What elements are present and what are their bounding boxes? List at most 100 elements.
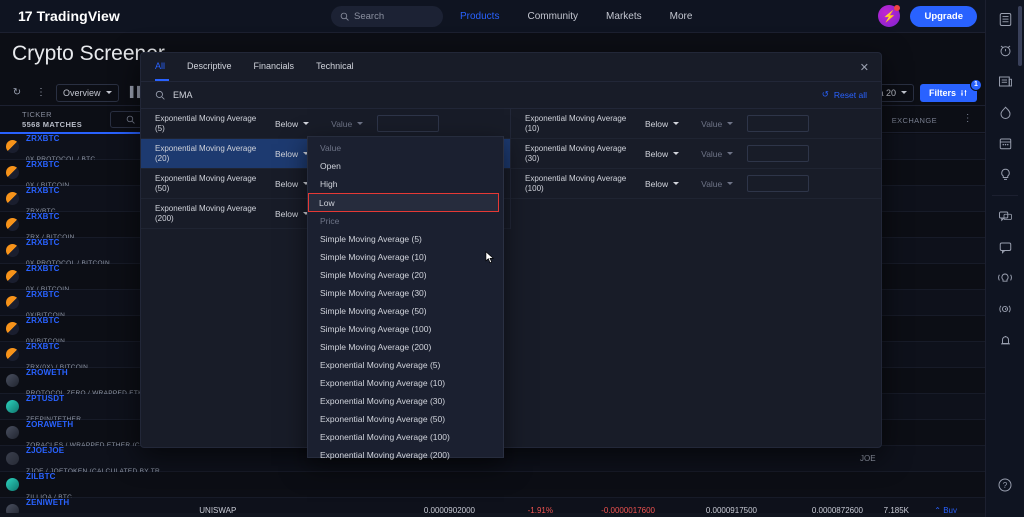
value-type-label: Value <box>701 148 723 159</box>
close-icon[interactable]: ✕ <box>860 61 869 74</box>
value-type-select[interactable]: Value <box>701 179 734 189</box>
value-dropdown-item[interactable]: Exponential Moving Average (50) <box>308 410 503 428</box>
filter-search-input[interactable]: EMA <box>141 82 881 109</box>
ideas-icon[interactable] <box>992 161 1018 187</box>
tab-technical[interactable]: Technical <box>316 61 354 73</box>
operator-select[interactable]: Below <box>645 118 680 129</box>
operator-select[interactable]: Below <box>645 148 680 159</box>
operator-label: Below <box>275 208 299 219</box>
avatar-notification-dot <box>894 5 901 11</box>
ticker-symbol: ZJOEJOE <box>26 446 65 456</box>
calendar-icon[interactable] <box>992 130 1018 156</box>
reset-all-label: Reset all <box>833 89 867 100</box>
value-type-select[interactable]: Value <box>331 119 364 129</box>
alarm-icon[interactable] <box>992 37 1018 63</box>
nav-link-more[interactable]: More <box>670 11 693 22</box>
avatar[interactable]: ⚡ <box>878 5 901 27</box>
nav-link-community[interactable]: Community <box>527 11 578 22</box>
value-dropdown-item[interactable]: Value <box>308 139 503 157</box>
messages-icon[interactable] <box>992 234 1018 260</box>
nav-link-products[interactable]: Products <box>460 11 499 22</box>
broadcast-icon[interactable] <box>992 265 1018 291</box>
filter-grid: Exponential Moving Average (5) Below Value… <box>141 109 881 229</box>
value-dropdown-item[interactable]: Simple Moving Average (200) <box>308 338 503 356</box>
chat-icon[interactable] <box>992 203 1018 229</box>
value-dropdown-item[interactable]: Open <box>308 157 503 175</box>
horizontal-scrollbar[interactable] <box>0 513 985 517</box>
value-dropdown-item[interactable]: Simple Moving Average (10) <box>308 248 503 266</box>
reset-icon: ↺ <box>821 89 829 99</box>
reset-all-button[interactable]: ↺ Reset all <box>822 89 867 100</box>
tab-financials[interactable]: Financials <box>254 61 295 73</box>
column-header-ticker[interactable]: TICKER 5568 MATCHES <box>0 110 82 129</box>
filters-button[interactable]: Filters 1 <box>919 78 982 102</box>
value-input[interactable] <box>747 145 810 162</box>
hotlist-icon[interactable] <box>992 99 1018 125</box>
value-dropdown-item[interactable]: Simple Moving Average (30) <box>308 284 503 302</box>
filters-button-label: Filters <box>928 87 956 98</box>
refresh-button[interactable]: ↻ <box>8 84 26 102</box>
coin-icon <box>6 218 19 231</box>
nav-link-markets[interactable]: Markets <box>606 11 642 22</box>
global-search-input[interactable]: Search <box>331 6 443 27</box>
filters-badge: 1 <box>970 78 982 91</box>
column-header-exchange[interactable]: EXCHANGE <box>892 116 937 125</box>
upgrade-button[interactable]: Upgrade <box>910 5 977 27</box>
value-dropdown-item[interactable]: Price <box>308 212 503 230</box>
value-input[interactable] <box>377 115 440 132</box>
operator-select[interactable]: Below <box>275 179 310 189</box>
coin-icon <box>6 426 19 439</box>
value-type-select[interactable]: Value <box>701 119 734 129</box>
global-search-placeholder: Search <box>354 11 385 22</box>
filter-search-value: EMA <box>173 90 193 100</box>
value-dropdown-item[interactable]: Simple Moving Average (5) <box>308 230 503 248</box>
tab-descriptive[interactable]: Descriptive <box>187 61 232 73</box>
preset-select[interactable]: Overview <box>56 83 119 102</box>
operator-label: Below <box>645 118 669 129</box>
rail-scrollbar[interactable] <box>1018 6 1022 66</box>
value-dropdown-item[interactable]: Exponential Moving Average (30) <box>308 392 503 410</box>
value-dropdown-item[interactable]: Exponential Moving Average (100) <box>308 428 503 446</box>
table-header-more-button[interactable]: ⋮ <box>963 113 973 124</box>
value-dropdown-item[interactable]: Exponential Moving Average (5) <box>308 356 503 374</box>
filter-label: Exponential Moving Average (30) <box>525 143 627 163</box>
value-input[interactable] <box>747 115 810 132</box>
ticker-symbol: ZRXBTC <box>26 238 60 248</box>
value-dropdown-item[interactable]: Simple Moving Average (20) <box>308 266 503 284</box>
value-dropdown-item[interactable]: Exponential Moving Average (200) <box>308 446 503 464</box>
toolbar-more-button[interactable]: ⋮ <box>32 84 50 102</box>
coin-icon <box>6 374 19 387</box>
help-icon[interactable]: ? <box>992 472 1018 498</box>
value-input[interactable] <box>747 175 810 192</box>
filter-row[interactable]: Exponential Moving Average (30) Below Valu… <box>511 139 881 169</box>
ticker-symbol: ZILBTC <box>26 472 56 482</box>
search-icon <box>155 90 165 100</box>
value-dropdown-item[interactable]: Low <box>308 193 499 212</box>
watchlist-icon[interactable] <box>992 6 1018 32</box>
stream-icon[interactable] <box>992 296 1018 322</box>
filter-row[interactable]: Exponential Moving Average (10) Below Valu… <box>511 109 881 139</box>
value-type-select[interactable]: Value <box>701 148 734 159</box>
operator-select[interactable]: Below <box>275 149 310 159</box>
operator-select[interactable]: Below <box>645 179 680 189</box>
ticker-symbol: ZROWETH <box>26 368 68 378</box>
value-dropdown-item[interactable]: High <box>308 175 503 193</box>
filter-row[interactable]: Exponential Moving Average (5) Below Value <box>141 109 510 139</box>
coin-icon <box>6 244 19 257</box>
tradingview-logo[interactable]: 17 TradingView <box>18 8 120 24</box>
operator-select[interactable]: Below <box>275 119 310 129</box>
news-icon[interactable] <box>992 68 1018 94</box>
ticker-symbol: ZORAWETH <box>26 420 74 430</box>
tab-all[interactable]: All <box>155 61 165 73</box>
filter-label: Exponential Moving Average (100) <box>525 173 627 193</box>
operator-select[interactable]: Below <box>275 208 310 219</box>
coin-icon <box>6 296 19 309</box>
value-dropdown-item[interactable]: Simple Moving Average (100) <box>308 320 503 338</box>
notifications-icon[interactable] <box>992 327 1018 353</box>
operator-label: Below <box>645 148 669 159</box>
nav-right-group: ⚡ Upgrade <box>878 5 977 27</box>
value-dropdown-item[interactable]: Simple Moving Average (50) <box>308 302 503 320</box>
filter-row[interactable]: Exponential Moving Average (100) Below Val… <box>511 169 881 199</box>
value-dropdown-item[interactable]: Exponential Moving Average (10) <box>308 374 503 392</box>
preset-select-label: Overview <box>63 87 101 98</box>
